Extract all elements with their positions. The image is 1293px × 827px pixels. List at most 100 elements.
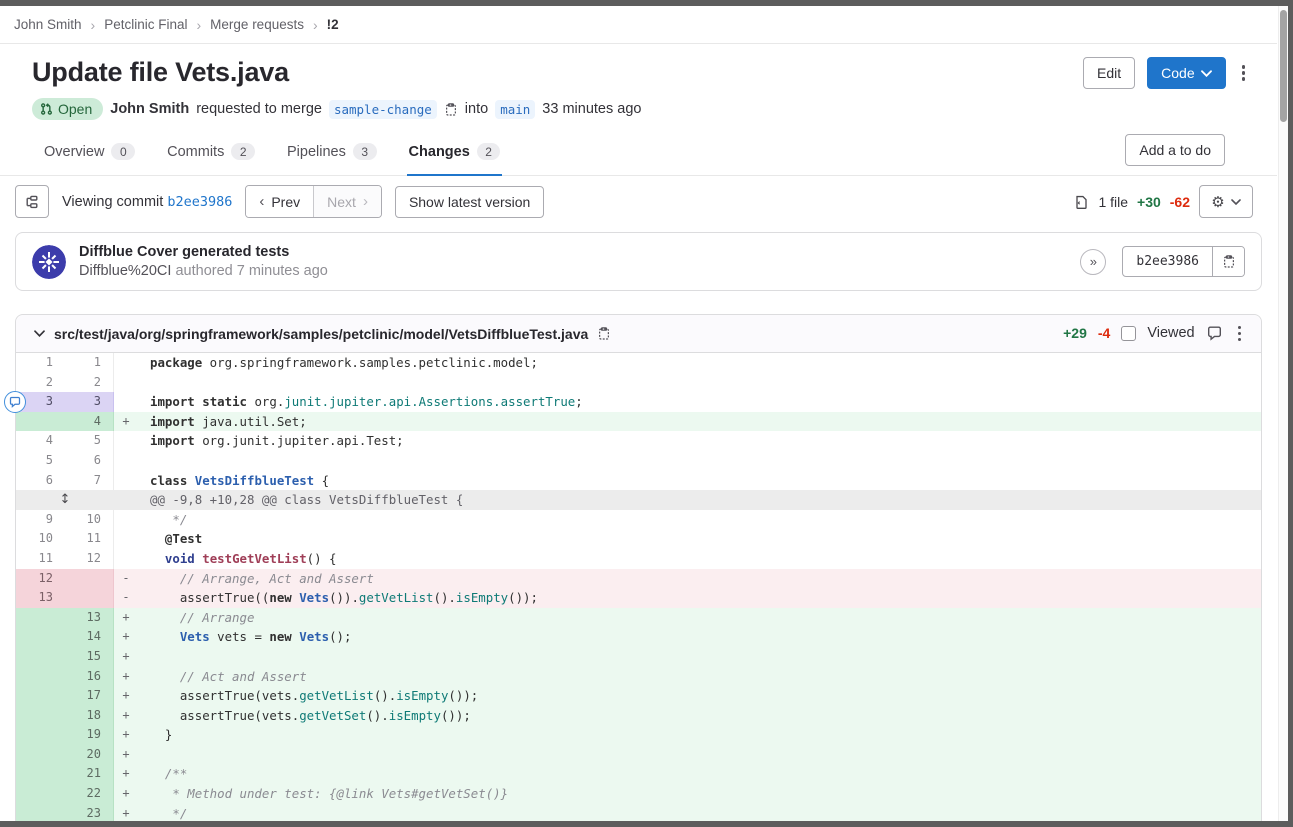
breadcrumb-item[interactable]: Merge requests [210,17,304,32]
line-number-new[interactable]: 16 [65,667,114,687]
line-number-old[interactable] [16,627,65,647]
breadcrumb-item[interactable]: John Smith [14,17,82,32]
viewed-checkbox[interactable] [1121,326,1136,341]
file-additions: +29 [1063,325,1087,341]
code-line: // Act and Assert [138,667,1261,687]
line-number-new[interactable] [65,569,114,589]
line-number-new[interactable]: 2 [65,373,114,393]
line-number-old[interactable] [16,608,65,628]
line-number-old[interactable]: 6 [16,471,65,491]
line-number-new[interactable]: 1 [65,353,114,373]
line-number-old[interactable] [16,725,65,745]
copy-icon [597,326,611,341]
line-number-new[interactable]: 6 [65,451,114,471]
line-number-new[interactable]: 15 [65,647,114,667]
code-token: static [202,394,247,409]
next-commit-button[interactable]: Next › [313,186,381,217]
line-number-new[interactable]: 10 [65,510,114,530]
copy-path-button[interactable] [597,326,611,341]
line-number-old[interactable]: 9 [16,510,65,530]
viewed-label[interactable]: Viewed [1147,325,1194,341]
edit-button[interactable]: Edit [1083,57,1135,89]
line-number-old[interactable] [16,686,65,706]
commit-author[interactable]: Diffblue%20CI [79,263,171,279]
diff-row: 33import static org.junit.jupiter.api.As… [16,392,1261,412]
copy-icon [1222,254,1236,269]
line-number-new[interactable]: 22 [65,784,114,804]
expand-commit-details-button[interactable]: » [1080,249,1106,275]
author-name[interactable]: John Smith [110,101,189,117]
copy-sha-button[interactable] [1212,247,1244,276]
prev-commit-button[interactable]: ‹ Prev [246,186,313,217]
code-token: import [150,394,195,409]
line-number-old[interactable]: 4 [16,431,65,451]
line-number-old[interactable] [16,784,65,804]
source-branch-chip[interactable]: sample-change [329,100,437,119]
file-comment-icon[interactable] [1206,325,1223,341]
line-number-old[interactable]: 5 [16,451,65,471]
line-number-new[interactable]: 17 [65,686,114,706]
line-number-new[interactable]: 13 [65,608,114,628]
more-actions-kebab-button[interactable] [1238,59,1249,86]
comment-indicator[interactable] [4,391,26,413]
file-options-kebab-button[interactable] [1234,320,1245,347]
line-number-old[interactable] [16,647,65,667]
line-number-old[interactable] [16,667,65,687]
line-number-new[interactable]: 18 [65,706,114,726]
line-number-old[interactable]: 1 [16,353,65,373]
tab-changes[interactable]: Changes 2 [407,130,503,176]
code-token: /** [150,766,187,781]
line-number-new[interactable]: 14 [65,627,114,647]
page: John Smith › Petclinic Final › Merge req… [0,6,1277,823]
line-number-old[interactable]: 10 [16,529,65,549]
commit-title[interactable]: Diffblue Cover generated tests [79,244,328,260]
line-number-new[interactable]: 5 [65,431,114,451]
line-number-old[interactable] [16,706,65,726]
tab-pipelines[interactable]: Pipelines 3 [285,130,379,176]
tab-commits[interactable]: Commits 2 [165,130,257,176]
target-branch-chip[interactable]: main [495,100,535,119]
copy-branch-button[interactable] [444,102,458,117]
merge-request-icon [40,102,53,116]
into-text: into [465,101,488,117]
line-number-old[interactable] [16,764,65,784]
scrollbar-thumb[interactable] [1280,10,1287,122]
diff-row: 15+ [16,647,1261,667]
breadcrumb-item[interactable]: Petclinic Final [104,17,187,32]
commit-avatar [32,245,66,279]
page-scrollbar[interactable] [1278,6,1288,821]
code-line: * Method under test: {@link Vets#getVetS… [138,784,1261,804]
file-tree-icon [24,194,40,210]
line-number-old[interactable] [16,412,65,432]
line-number-new[interactable]: 11 [65,529,114,549]
code-token: getVetSet [299,708,366,723]
line-number-new[interactable]: 21 [65,764,114,784]
line-number-old[interactable]: 12 [16,569,65,589]
expand-lines-button[interactable]: ↕ [16,490,114,510]
line-number-old[interactable] [16,745,65,765]
line-number-old[interactable]: 11 [16,549,65,569]
file-path[interactable]: src/test/java/org/springframework/sample… [54,326,588,342]
code-token: @Test [165,531,202,546]
code-button[interactable]: Code [1147,57,1225,89]
line-number-old[interactable]: 2 [16,373,65,393]
code-token: org.springframework.samples.petclinic.mo… [202,355,538,370]
file-collapse-chevron-icon[interactable] [34,330,45,337]
line-number-new[interactable]: 12 [65,549,114,569]
commit-sha-link[interactable]: b2ee3986 [167,194,232,210]
add-todo-button[interactable]: Add a to do [1125,134,1225,166]
tab-overview[interactable]: Overview 0 [42,130,137,176]
show-latest-version-button[interactable]: Show latest version [395,186,544,218]
line-number-new[interactable]: 19 [65,725,114,745]
line-number-new[interactable]: 3 [65,392,114,412]
status-badge: Open [32,98,103,120]
file-tree-toggle-button[interactable] [15,185,49,218]
prev-label: Prev [271,194,300,210]
chevron-down-icon [1231,199,1241,205]
line-number-new[interactable]: 7 [65,471,114,491]
diff-settings-button[interactable]: ⚙ [1199,185,1253,218]
line-number-new[interactable] [65,588,114,608]
line-number-old[interactable]: 13 [16,588,65,608]
line-number-new[interactable]: 20 [65,745,114,765]
line-number-new[interactable]: 4 [65,412,114,432]
